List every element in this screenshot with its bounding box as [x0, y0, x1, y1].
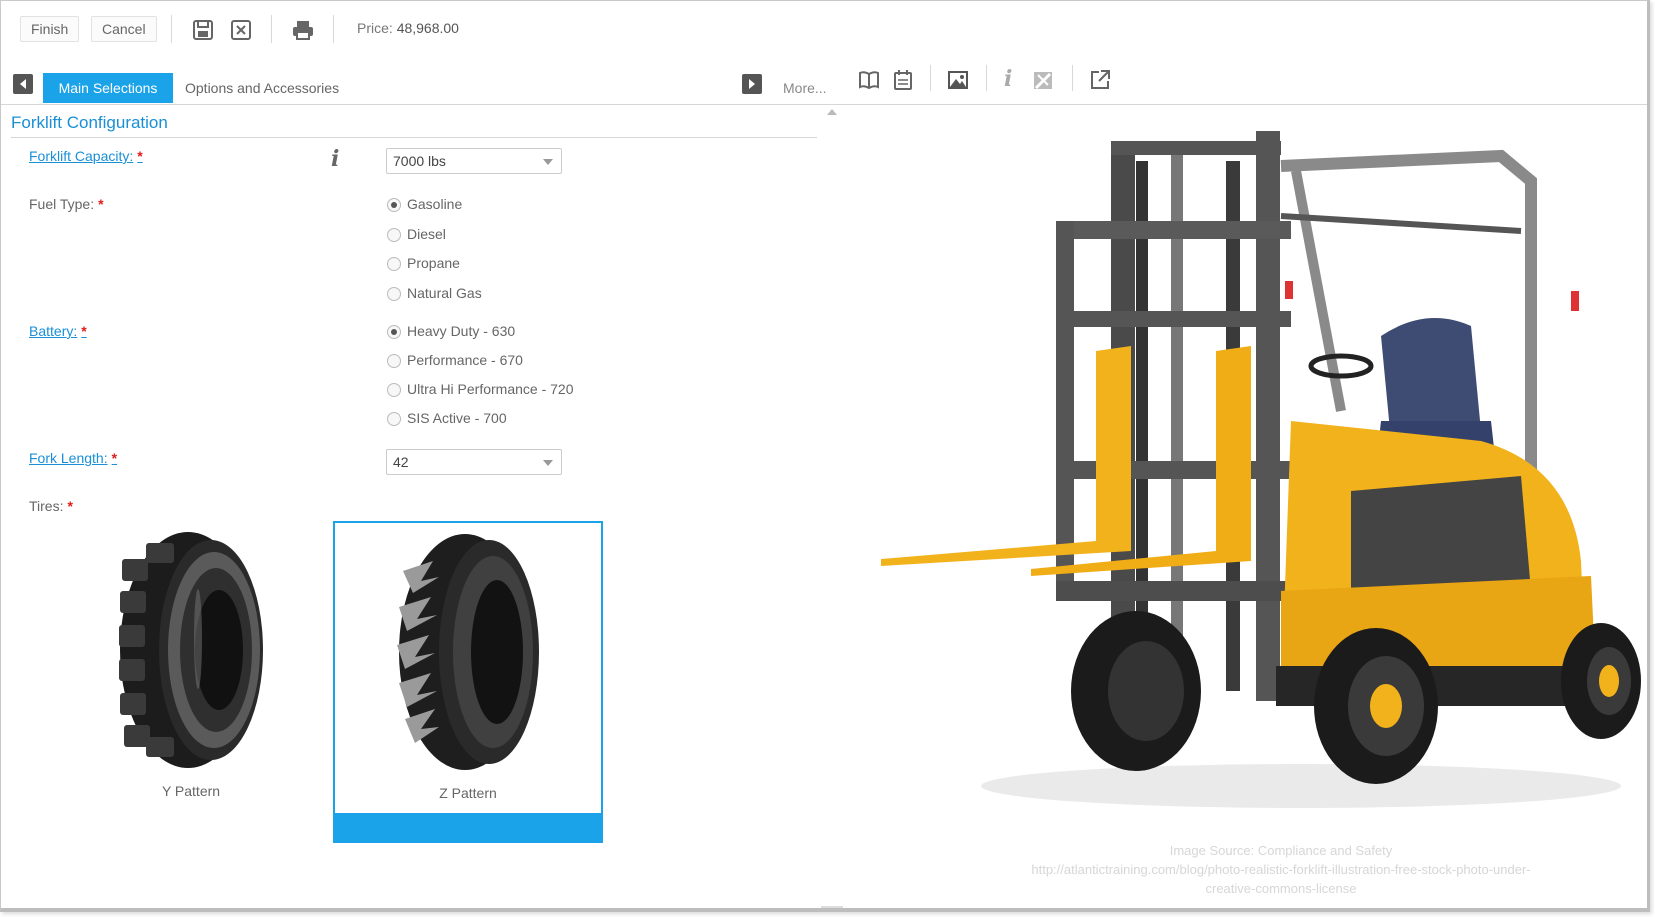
price-label: Price: [357, 20, 393, 36]
price-display: Price: 48,968.00 [357, 20, 459, 36]
forklift-image [881, 131, 1641, 808]
fuel-type-label-text: Fuel Type: [29, 196, 95, 212]
toolbar-divider [333, 15, 334, 43]
scrollbar-handle[interactable] [821, 906, 843, 908]
tires-label: Tires: * [29, 498, 73, 514]
tab-options-accessories[interactable]: Options and Accessories [185, 80, 339, 96]
radio-button[interactable] [387, 198, 401, 212]
radio-button[interactable] [387, 228, 401, 242]
chevron-down-icon [543, 159, 553, 165]
image-source-caption: Image Source: Compliance and Safety http… [941, 841, 1621, 898]
required-marker: * [111, 450, 118, 466]
tab-main-selections[interactable]: Main Selections [43, 73, 173, 103]
image-source-url-end: creative-commons-license [1205, 881, 1357, 896]
toolbar-divider [171, 15, 172, 43]
tires-label-text: Tires: [29, 498, 64, 514]
chevron-down-icon [543, 460, 553, 466]
z-pattern-tire-image [397, 534, 539, 770]
forklift-capacity-label[interactable]: Forklift Capacity: * [29, 148, 143, 164]
radio-label: Heavy Duty - 630 [407, 323, 516, 339]
selected-indicator-bar [333, 813, 603, 843]
radio-button[interactable] [387, 354, 401, 368]
required-marker: * [98, 196, 104, 212]
price-value: 48,968.00 [396, 20, 459, 36]
toolbar-divider [1072, 65, 1073, 91]
top-toolbar: Finish Cancel Price: 48,968.00 [1, 1, 1647, 57]
expand-right-icon[interactable] [742, 74, 762, 94]
image-source-line: Image Source: Compliance and Safety [1169, 843, 1393, 858]
print-icon[interactable] [291, 18, 315, 42]
required-marker: * [81, 323, 87, 339]
more-menu[interactable]: More... [783, 80, 827, 96]
save-icon[interactable] [191, 18, 215, 42]
radio-button[interactable] [387, 383, 401, 397]
radio-label: Ultra Hi Performance - 720 [407, 381, 574, 397]
tabs-row: Main Selections Options and Accessories … [1, 61, 1647, 105]
radio-label: Diesel [407, 226, 446, 242]
scroll-up-arrow[interactable] [827, 109, 837, 115]
info-icon[interactable]: i [1004, 66, 1018, 92]
toolbar-divider [271, 15, 272, 43]
forklift-capacity-select[interactable]: 7000 lbs [386, 148, 562, 174]
toolbar-divider [986, 65, 987, 91]
fork-length-label-text: Fork Length: [29, 450, 108, 466]
calendar-icon[interactable] [892, 69, 914, 91]
tire-option-z-pattern[interactable]: Z Pattern [333, 521, 603, 843]
toolbar-divider [930, 65, 931, 91]
radio-label: SIS Active - 700 [407, 410, 507, 426]
fuel-type-label: Fuel Type: * [29, 196, 104, 212]
radio-label: Performance - 670 [407, 352, 523, 368]
radio-button[interactable] [387, 287, 401, 301]
popout-icon[interactable] [1089, 69, 1111, 91]
image-icon[interactable] [947, 69, 969, 91]
radio-label: Gasoline [407, 196, 463, 212]
battery-label[interactable]: Battery: * [29, 323, 87, 339]
book-icon[interactable] [858, 69, 880, 91]
forklift-capacity-label-text: Forklift Capacity: [29, 148, 134, 164]
section-title: Forklift Configuration [11, 113, 168, 132]
cancel-button[interactable]: Cancel [91, 16, 157, 42]
highlight-icon[interactable] [1032, 69, 1054, 91]
tire-option-y-pattern[interactable]: Y Pattern [56, 521, 326, 843]
tire-caption: Y Pattern [161, 783, 221, 799]
save-close-icon[interactable] [229, 18, 253, 42]
configurator-window: Finish Cancel Price: 48,968.00 Main Sele… [0, 0, 1650, 912]
radio-button[interactable] [387, 412, 401, 426]
radio-button[interactable] [387, 325, 401, 339]
tabs-divider [1, 104, 1647, 105]
collapse-left-icon[interactable] [13, 74, 33, 94]
info-icon[interactable]: i [331, 146, 339, 172]
fork-length-label[interactable]: Fork Length: * [29, 450, 117, 466]
section-divider [11, 137, 817, 138]
forklift-capacity-value: 7000 lbs [393, 153, 446, 169]
required-marker: * [137, 148, 143, 164]
battery-label-text: Battery: [29, 323, 78, 339]
fork-length-value: 42 [393, 454, 409, 470]
tire-caption: Z Pattern [439, 785, 497, 801]
radio-label: Natural Gas [407, 285, 482, 301]
y-pattern-tire-image [119, 532, 263, 768]
fork-length-select[interactable]: 42 [386, 449, 562, 475]
image-source-url: http://atlantictraining.com/blog/photo-r… [1031, 862, 1531, 877]
finish-button[interactable]: Finish [20, 16, 80, 42]
radio-button[interactable] [387, 257, 401, 271]
required-marker: * [67, 498, 73, 514]
radio-label: Propane [407, 255, 460, 271]
